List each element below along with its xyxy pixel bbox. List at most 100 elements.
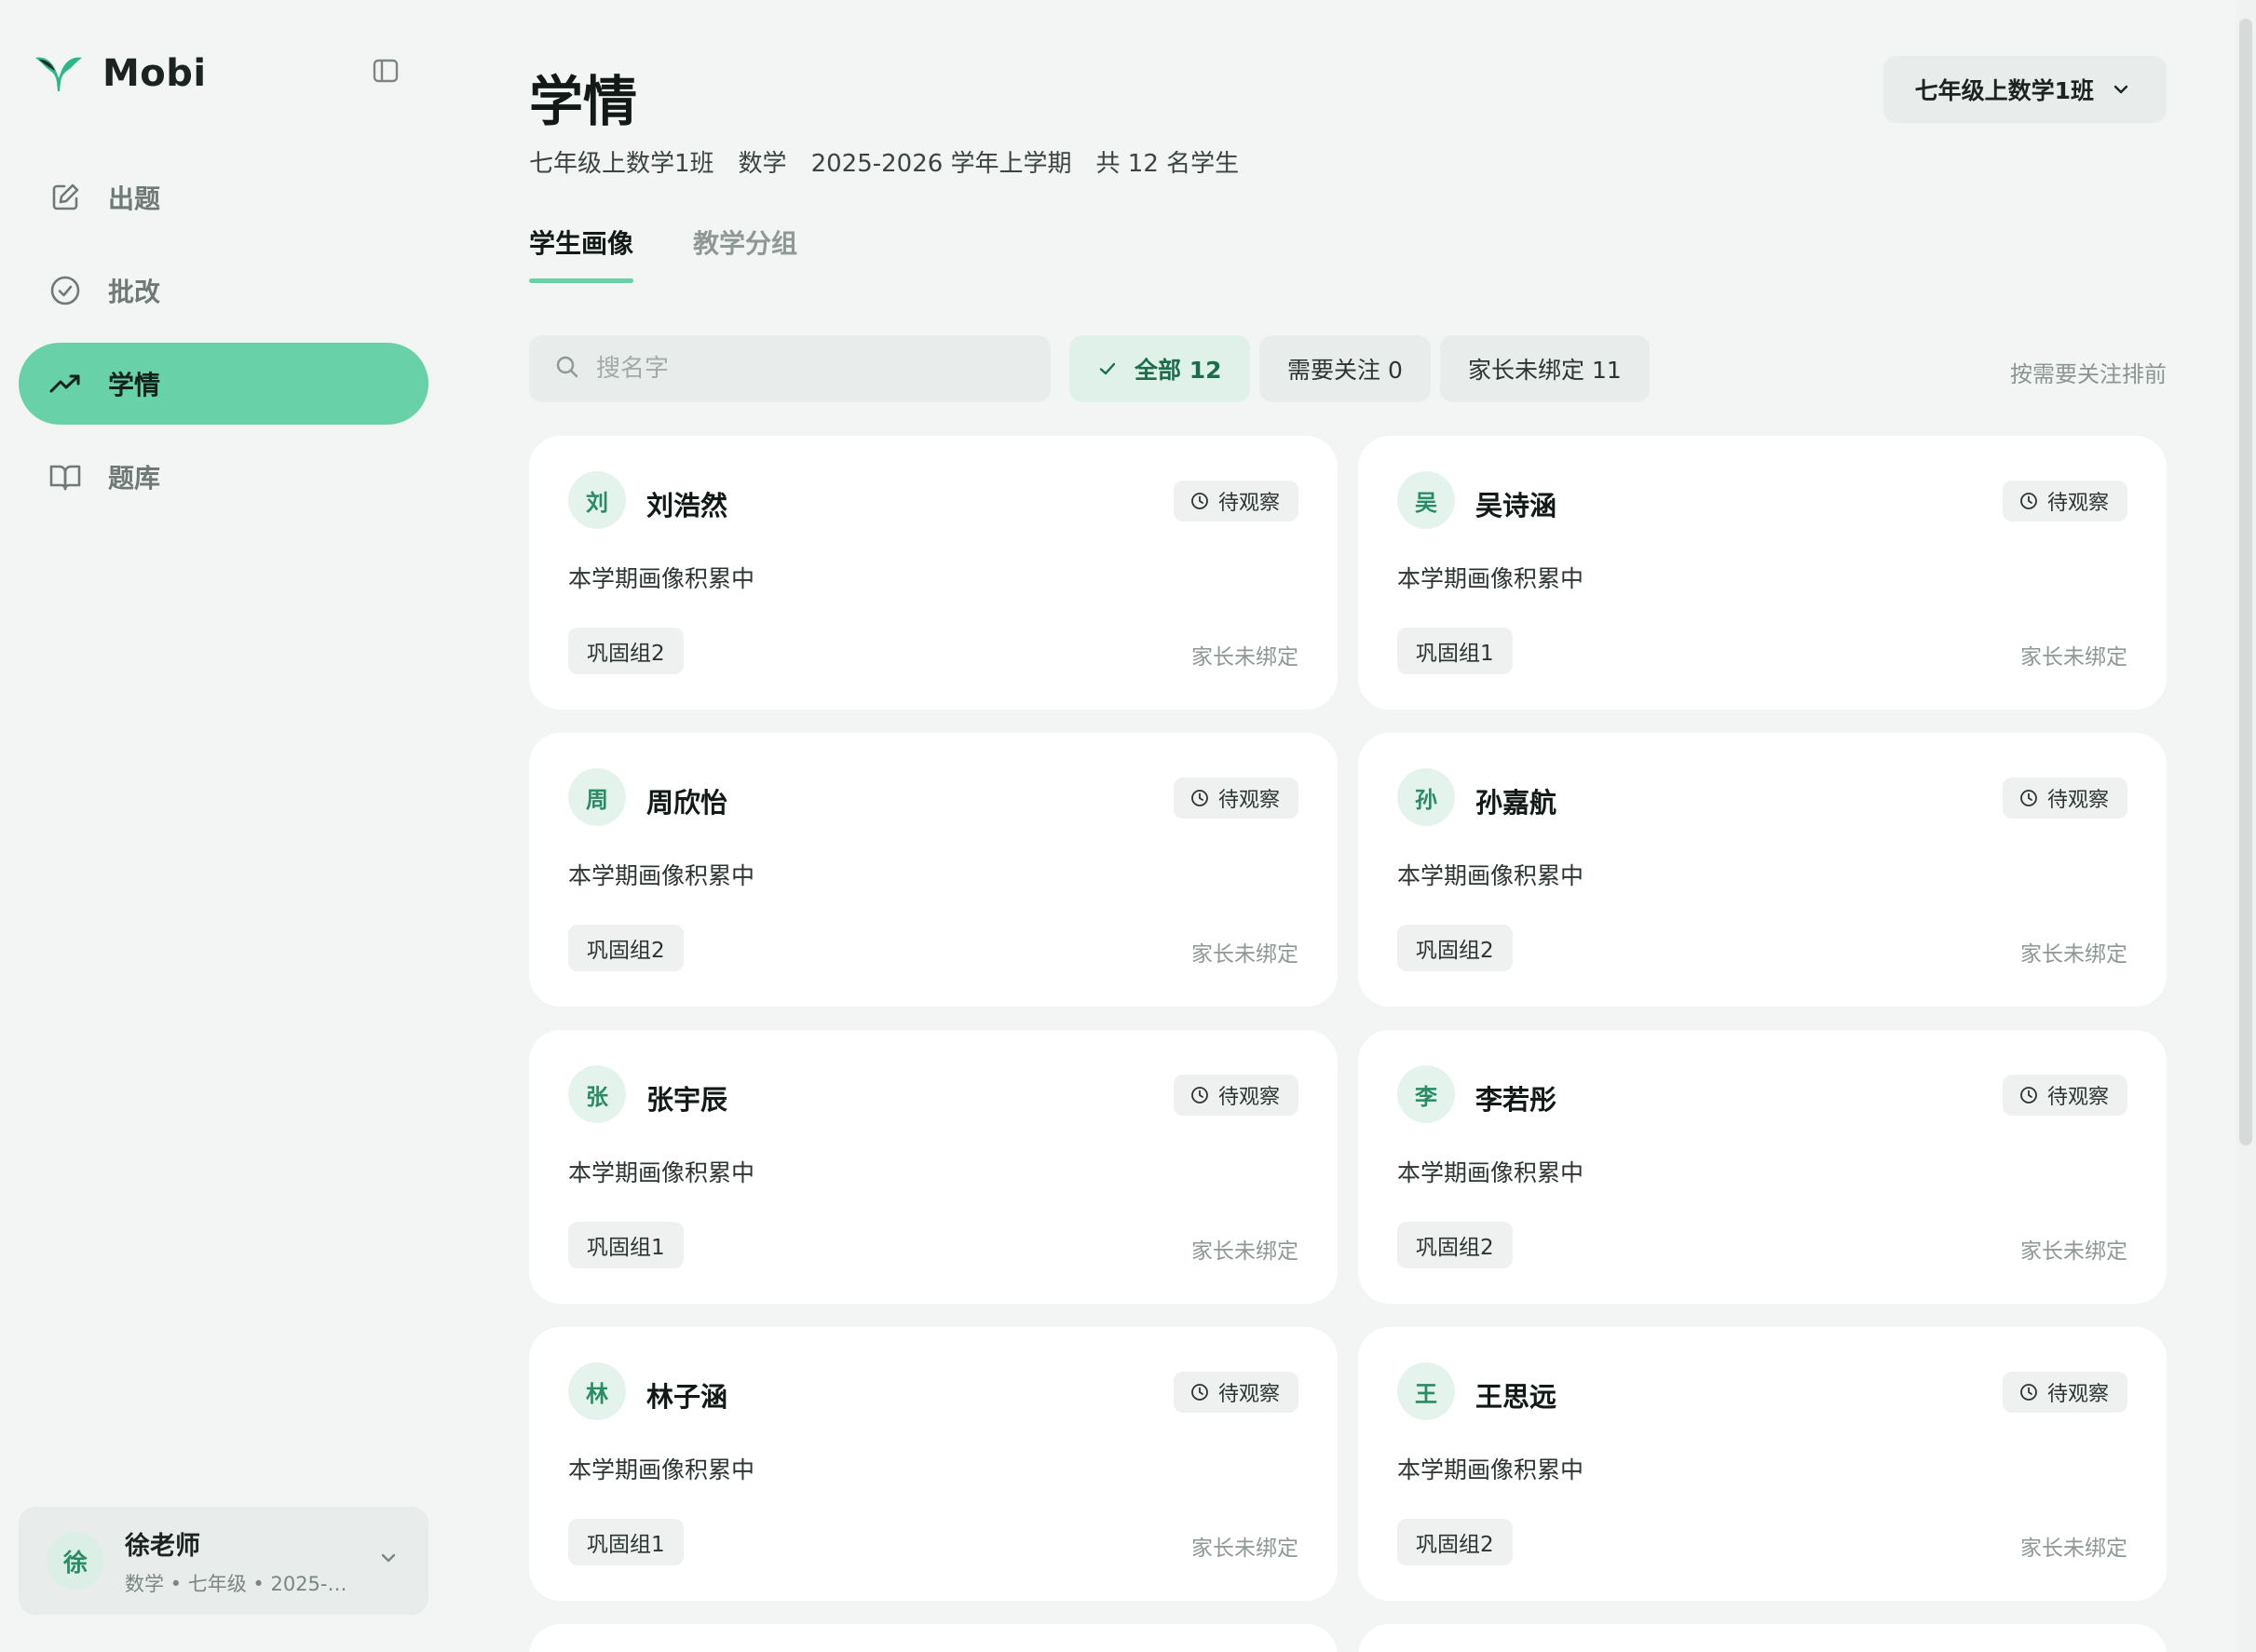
avatar: 孙 [1397,768,1455,826]
subject: 数学 [738,150,787,178]
user-meta: 数学 • 七年级 • 2025-2026 学年上学期 [125,1572,358,1595]
sidebar-item-label: 题库 [108,463,161,494]
clock-icon [2019,1382,2040,1402]
student-card[interactable]: 张 张宇辰 待观察 本学期画像积累中 巩固组1 家长未绑定 [529,1030,1338,1304]
student-name: 王思远 [1475,1381,1557,1413]
group-tag: 巩固组2 [1397,1519,1513,1565]
user-account-menu[interactable]: 徐 徐老师 数学 • 七年级 • 2025-2026 学年上学期 [19,1507,428,1615]
sidebar-collapse-button[interactable] [369,54,402,88]
profile-summary: 本学期画像积累中 [1397,862,1584,889]
group-tag: 巩固组1 [1397,628,1513,674]
group-tag: 巩固组2 [568,628,684,674]
page-scrollbar[interactable] [2236,0,2256,1652]
user-name: 徐老师 [125,1531,200,1561]
profile-summary: 本学期画像积累中 [1397,1456,1584,1483]
sidebar-item-learning-analytics[interactable]: 学情 [19,343,428,425]
group-tag: 巩固组1 [568,1222,684,1268]
student-name: 林子涵 [646,1381,728,1413]
main-content: 学情 七年级上数学1班 数学 2025-2026 学年上学期 共 12 名学生 … [529,0,2167,1652]
avatar: 王 [1397,1362,1455,1420]
status-badge: 待观察 [1173,778,1298,819]
class-meta: 七年级上数学1班 数学 2025-2026 学年上学期 共 12 名学生 [529,144,1263,179]
group-tag: 巩固组2 [1397,925,1513,971]
brand-name: Mobi [102,52,207,95]
student-card[interactable]: 李 李若彤 待观察 本学期画像积累中 巩固组2 家长未绑定 [1358,1030,2167,1304]
parent-binding-status: 家长未绑定 [2020,942,2127,967]
status-badge: 待观察 [1173,1372,1298,1413]
book-icon [47,458,84,495]
status-label: 待观察 [1217,1086,1280,1109]
scrollbar-thumb[interactable] [2239,19,2252,1145]
clock-icon [1190,491,1211,511]
filter-needs-attention[interactable]: 需要关注 0 [1259,335,1431,402]
status-badge: 待观察 [1173,1075,1298,1116]
filter-parent-unbound[interactable]: 家长未绑定 11 [1440,335,1650,402]
avatar: 吴 [1397,471,1455,529]
profile-summary: 本学期画像积累中 [1397,1159,1584,1186]
clock-icon [1190,1382,1211,1402]
class-select-dropdown[interactable]: 七年级上数学1班 [1882,56,2167,123]
trending-up-icon [47,365,84,402]
profile-summary: 本学期画像积累中 [568,862,755,889]
student-name: 孙嘉航 [1475,787,1557,819]
chevron-down-icon [2111,78,2133,101]
status-label: 待观察 [2046,1086,2109,1109]
student-card[interactable] [1358,1624,2167,1652]
search-box[interactable] [529,335,1051,402]
clock-icon [2019,1085,2040,1105]
status-label: 待观察 [1217,492,1280,515]
sidebar-toggle-icon [373,59,399,83]
sidebar-item-grading[interactable]: 批改 [19,250,428,332]
student-card[interactable] [529,1624,1338,1652]
filter-label: 需要关注 0 [1287,357,1403,384]
student-card[interactable]: 周 周欣怡 待观察 本学期画像积累中 巩固组2 家长未绑定 [529,733,1338,1007]
sidebar-item-label: 学情 [108,370,161,400]
check-icon [1097,358,1120,380]
group-tag: 巩固组2 [568,925,684,971]
student-card[interactable]: 吴 吴诗涵 待观察 本学期画像积累中 巩固组1 家长未绑定 [1358,436,2167,710]
status-badge: 待观察 [2002,1372,2127,1413]
student-name: 周欣怡 [646,787,728,819]
parent-binding-status: 家长未绑定 [1191,1537,1298,1561]
status-label: 待观察 [1217,1383,1280,1406]
avatar: 徐 [47,1532,104,1590]
tab-teaching-groups[interactable]: 教学分组 [693,223,797,283]
filter-label: 全部 12 [1135,357,1222,384]
profile-summary: 本学期画像积累中 [1397,565,1584,592]
parent-binding-status: 家长未绑定 [2020,1537,2127,1561]
status-badge: 待观察 [2002,778,2127,819]
class-name: 七年级上数学1班 [529,150,714,178]
profile-summary: 本学期画像积累中 [568,565,755,592]
user-info: 徐老师 数学 • 七年级 • 2025-2026 学年上学期 [125,1525,358,1597]
student-name: 吴诗涵 [1475,490,1557,521]
student-name: 刘浩然 [646,490,728,521]
clock-icon [2019,491,2040,511]
chevron-down-icon [374,1544,402,1572]
edit-icon [47,179,84,216]
brand[interactable]: Mobi [32,41,207,106]
avatar: 李 [1397,1065,1455,1123]
status-badge: 待观察 [2002,481,2127,521]
student-card[interactable]: 林 林子涵 待观察 本学期画像积累中 巩固组1 家长未绑定 [529,1327,1338,1601]
tab-student-profiles[interactable]: 学生画像 [529,223,634,283]
sidebar-item-question-bank[interactable]: 题库 [19,436,428,518]
profile-summary: 本学期画像积累中 [568,1159,755,1186]
status-label: 待观察 [1217,789,1280,812]
student-count: 共 12 名学生 [1095,150,1240,178]
student-card[interactable]: 孙 孙嘉航 待观察 本学期画像积累中 巩固组2 家长未绑定 [1358,733,2167,1007]
student-name: 李若彤 [1475,1084,1557,1116]
clock-icon [1190,1085,1211,1105]
student-card[interactable]: 王 王思远 待观察 本学期画像积累中 巩固组2 家长未绑定 [1358,1327,2167,1601]
term: 2025-2026 学年上学期 [810,150,1072,178]
filter-all[interactable]: 全部 12 [1069,335,1250,402]
search-input[interactable] [596,355,1025,383]
status-badge: 待观察 [1173,481,1298,521]
check-circle-icon [47,272,84,309]
sidebar-item-create-questions[interactable]: 出题 [19,156,428,238]
sidebar-nav: 出题 批改 学情 题库 [19,156,428,529]
avatar: 林 [568,1362,626,1420]
student-card[interactable]: 刘 刘浩然 待观察 本学期画像积累中 巩固组2 家长未绑定 [529,436,1338,710]
sort-by-attention-link[interactable]: 按需要关注排前 [2010,356,2167,388]
parent-binding-status: 家长未绑定 [1191,942,1298,967]
sidebar-item-label: 出题 [108,183,161,214]
